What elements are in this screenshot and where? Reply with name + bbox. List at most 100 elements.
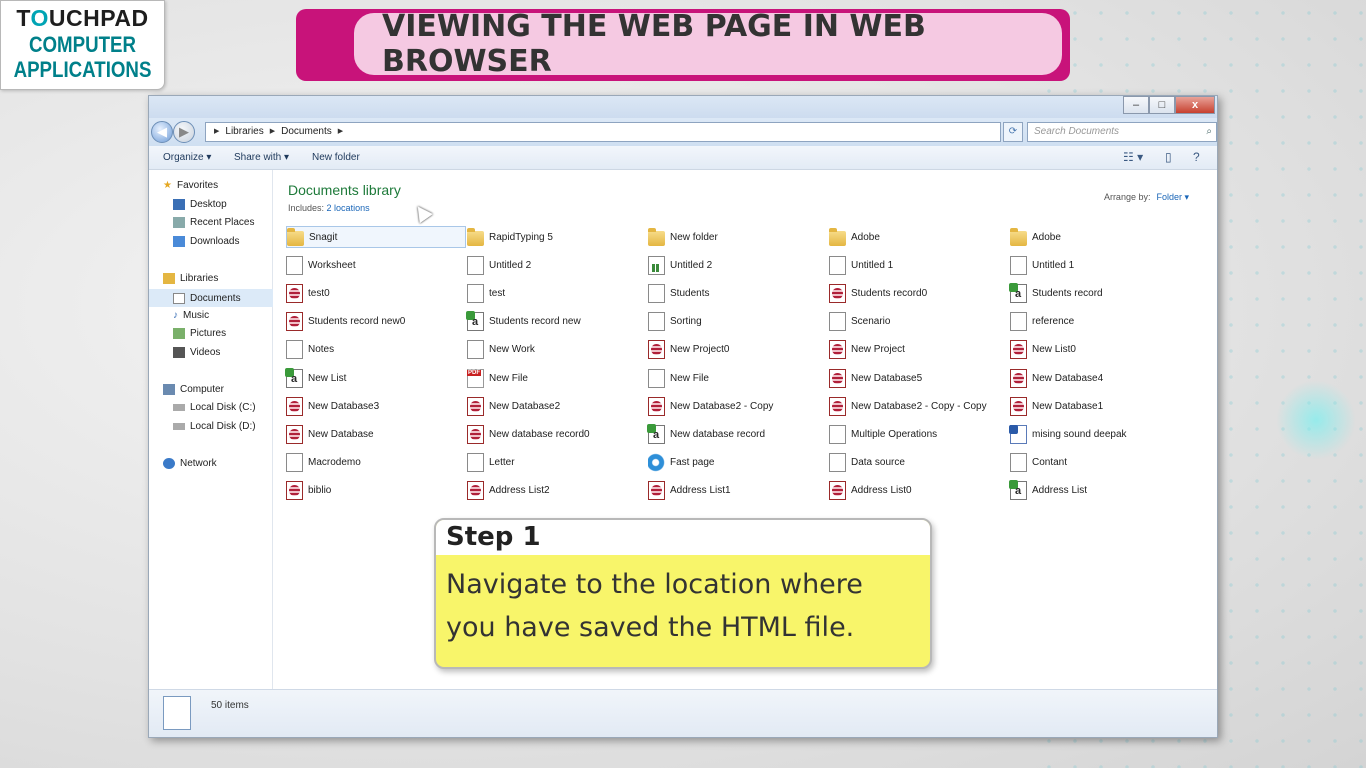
file-item[interactable]: New Project0 xyxy=(648,339,828,361)
file-item[interactable]: RapidTyping 5 xyxy=(467,226,647,248)
file-item[interactable]: New List0 xyxy=(1010,339,1190,361)
drive-icon xyxy=(173,404,185,411)
file-name: New List xyxy=(308,372,347,384)
file-item[interactable]: Multiple Operations xyxy=(829,423,1009,445)
file-item[interactable]: Students record new0 xyxy=(286,311,466,333)
file-item[interactable]: Students record0 xyxy=(829,282,1009,304)
file-item[interactable]: New Project xyxy=(829,339,1009,361)
file-item[interactable]: New Database2 - Copy - Copy xyxy=(829,395,1009,417)
file-item[interactable]: New List xyxy=(285,367,466,389)
sidebar-item-documents[interactable]: Documents xyxy=(149,289,273,307)
file-item[interactable]: New Database3 xyxy=(286,395,466,417)
refresh-button[interactable]: ⟳ xyxy=(1003,122,1023,142)
file-item[interactable]: New database record xyxy=(647,423,828,445)
file-item[interactable]: biblio xyxy=(286,480,466,502)
file-item[interactable]: Students xyxy=(648,282,828,304)
maximize-button[interactable]: □ xyxy=(1149,96,1175,114)
arrange-by-dropdown[interactable]: Folder ▾ xyxy=(1156,192,1189,202)
file-item[interactable]: Untitled 2 xyxy=(467,254,647,276)
minimize-button[interactable]: – xyxy=(1123,96,1149,114)
file-name: Contant xyxy=(1032,457,1068,469)
logo-line-1: COMPUTER xyxy=(28,32,136,57)
file-item[interactable]: Macrodemo xyxy=(286,452,466,474)
organize-button[interactable]: Organize ▾ xyxy=(163,152,211,163)
sidebar-item-computer[interactable]: Computer xyxy=(163,384,224,395)
file-item[interactable]: New Database1 xyxy=(1010,395,1190,417)
file-item[interactable]: Letter xyxy=(467,452,647,474)
preview-pane-icon[interactable]: ▯ xyxy=(1165,150,1172,164)
file-item[interactable]: Untitled 1 xyxy=(1010,254,1190,276)
doc-file-icon xyxy=(829,453,846,473)
sidebar-item-local-disk-c[interactable]: Local Disk (C:) xyxy=(173,402,256,413)
file-item[interactable]: Data source xyxy=(829,452,1009,474)
file-item[interactable]: Address List xyxy=(1009,480,1190,502)
status-bar: 50 items xyxy=(149,689,1217,737)
file-item[interactable]: New File xyxy=(467,367,647,389)
address-bar[interactable]: ▶ Libraries ▶ Documents ▶ xyxy=(205,122,1001,142)
file-name: Untitled 1 xyxy=(851,259,894,271)
file-item[interactable]: New folder xyxy=(648,226,828,248)
access-file-icon xyxy=(286,283,303,303)
file-item[interactable]: New Database5 xyxy=(829,367,1009,389)
locations-link[interactable]: 2 locations xyxy=(327,203,370,213)
forward-button[interactable]: ▶ xyxy=(173,121,195,143)
file-item[interactable]: New Database xyxy=(286,423,466,445)
file-item[interactable]: Sorting xyxy=(648,311,828,333)
file-item[interactable]: Worksheet xyxy=(286,254,466,276)
file-item[interactable]: Address List2 xyxy=(467,480,647,502)
file-item[interactable]: New database record0 xyxy=(467,423,647,445)
documents-icon xyxy=(173,292,185,304)
file-item[interactable]: Untitled 1 xyxy=(829,254,1009,276)
sidebar-item-desktop[interactable]: Desktop xyxy=(173,199,227,210)
file-name: test xyxy=(489,287,506,299)
sidebar-item-network[interactable]: Network xyxy=(163,458,217,469)
file-item[interactable]: Address List0 xyxy=(829,480,1009,502)
folder-file-icon xyxy=(648,227,665,246)
file-item[interactable]: mising sound deepak xyxy=(1009,423,1190,445)
file-item[interactable]: Students record new xyxy=(466,311,647,333)
file-item[interactable]: Address List1 xyxy=(648,480,828,502)
file-name: Macrodemo xyxy=(308,457,361,469)
file-item[interactable]: New Database4 xyxy=(1010,367,1190,389)
access-file-icon xyxy=(648,340,665,360)
sidebar-item-music[interactable]: ♪ Music xyxy=(173,310,209,321)
file-name: New Database2 xyxy=(489,400,561,412)
file-item[interactable]: Adobe xyxy=(829,226,1009,248)
file-item[interactable]: reference xyxy=(1010,311,1190,333)
close-button[interactable]: x xyxy=(1175,96,1215,114)
breadcrumb-libraries[interactable]: Libraries xyxy=(225,123,263,141)
file-item[interactable]: New Database2 xyxy=(467,395,647,417)
file-item[interactable]: Scenario xyxy=(829,311,1009,333)
breadcrumb-documents[interactable]: Documents xyxy=(281,123,332,141)
file-item[interactable]: Snagit xyxy=(286,226,466,248)
file-name: mising sound deepak xyxy=(1032,428,1127,440)
sidebar-item-videos[interactable]: Videos xyxy=(173,347,220,358)
file-item[interactable]: Contant xyxy=(1010,452,1190,474)
file-item[interactable]: Adobe xyxy=(1010,226,1190,248)
file-item[interactable]: New File xyxy=(648,367,828,389)
back-button[interactable]: ◀ xyxy=(151,121,173,143)
file-name: New Database5 xyxy=(851,372,923,384)
file-item[interactable]: Untitled 2 xyxy=(648,254,828,276)
sidebar-item-favorites[interactable]: ★ Favorites xyxy=(163,180,218,191)
file-item[interactable]: test0 xyxy=(286,282,466,304)
file-item[interactable]: Students record xyxy=(1009,282,1190,304)
help-icon[interactable]: ? xyxy=(1193,150,1200,164)
file-item[interactable]: test xyxy=(467,282,647,304)
sidebar-item-downloads[interactable]: Downloads xyxy=(173,236,239,247)
sidebar-item-recent-places[interactable]: Recent Places xyxy=(173,217,254,228)
sidebar-item-pictures[interactable]: Pictures xyxy=(173,328,226,339)
view-options-icon[interactable]: ☷ ▾ xyxy=(1123,150,1143,164)
file-item[interactable]: Fast page xyxy=(648,452,828,474)
search-input[interactable]: Search Documents ⌕ xyxy=(1027,122,1217,142)
access-file-icon xyxy=(467,481,484,501)
file-item[interactable]: New Work xyxy=(467,339,647,361)
new-folder-button[interactable]: New folder xyxy=(312,152,360,163)
share-with-button[interactable]: Share with ▾ xyxy=(234,152,289,163)
file-item[interactable]: New Database2 - Copy xyxy=(648,395,828,417)
sidebar-item-libraries[interactable]: Libraries xyxy=(163,273,218,284)
command-bar: Organize ▾ Share with ▾ New folder ☷ ▾ ▯… xyxy=(149,146,1217,170)
step-text-line-1: Navigate to the location where xyxy=(446,569,863,600)
file-item[interactable]: Notes xyxy=(286,339,466,361)
sidebar-item-local-disk-d[interactable]: Local Disk (D:) xyxy=(173,421,256,432)
